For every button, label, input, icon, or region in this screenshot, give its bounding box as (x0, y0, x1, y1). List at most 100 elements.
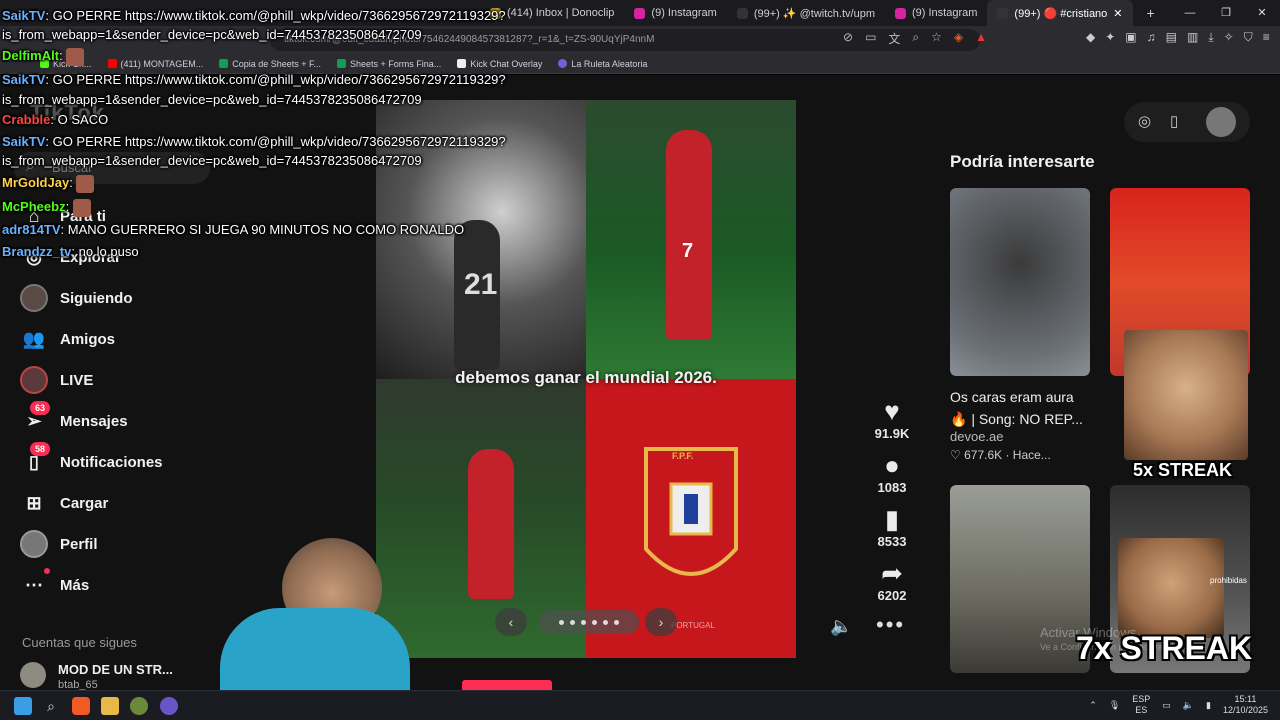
carousel-dots (539, 610, 639, 634)
tray-overflow-icon[interactable]: ⌃ (1089, 700, 1097, 711)
more-options-icon[interactable]: ••• (876, 612, 905, 638)
address-actions: ⊘ ▭ 文 ⌕ ☆ ◈ ▲ (843, 30, 987, 47)
app-icon[interactable] (130, 697, 148, 715)
streamer-webcam (210, 538, 410, 690)
recommendations-title: Podría interesarte (950, 152, 1095, 171)
chat-username: Crabble (2, 112, 51, 127)
new-tab-icon[interactable]: + (1147, 5, 1155, 21)
sidebar-toggle-icon[interactable]: ▤ (1166, 30, 1177, 45)
volume-icon[interactable]: 🔈 (830, 616, 852, 637)
brave-rewards-icon[interactable]: ▲ (975, 30, 987, 47)
tab-instagram[interactable]: (9) Instagram (624, 0, 726, 26)
following-account-name: MOD DE UN STR... (58, 662, 173, 677)
sidebar-item-amigos[interactable]: 👥 Amigos (20, 322, 240, 356)
chat-text: : GO PERRE https://www.tiktok.com/@phill… (45, 8, 506, 23)
following-account-item[interactable]: MOD DE UN STR... btab_65 (20, 662, 173, 691)
comment-button[interactable]: ● 1083 (862, 450, 922, 495)
minimize-icon[interactable]: — (1172, 0, 1208, 26)
save-button[interactable]: ▮ 8533 (862, 504, 922, 549)
avatar[interactable] (1206, 107, 1236, 137)
sidebar-item-cargar[interactable]: ⊞ Cargar (20, 486, 240, 520)
zoom-icon[interactable]: ⌕ (912, 30, 919, 47)
clock[interactable]: 15:11 12/10/2025 (1223, 694, 1268, 716)
messages-badge: 63 (30, 401, 50, 415)
tab-tiktok-active[interactable]: (99+) 🔴 #cristiano ✕ (987, 0, 1133, 26)
bookmark-ruleta[interactable]: La Ruleta Aleatoria (558, 59, 647, 69)
extension-icon[interactable]: ▣ (1125, 30, 1136, 45)
comment-icon: ● (884, 450, 900, 480)
maximize-icon[interactable]: ❐ (1208, 0, 1244, 26)
sidebar-item-mas[interactable]: ⋯ Más (20, 568, 240, 602)
live-icon (20, 366, 48, 394)
chat-message: is_from_webapp=1&sender_device=pc&web_id… (2, 89, 422, 111)
vpn-icon[interactable]: ⛉ (1244, 30, 1253, 45)
brave-browser-icon[interactable] (72, 697, 90, 715)
chat-username: Brandzz_tv (2, 244, 72, 259)
leo-icon[interactable]: ✧ (1224, 30, 1234, 45)
download-icon[interactable]: ⤓ (1208, 30, 1213, 45)
extension-icon[interactable]: ◆ (1086, 30, 1095, 45)
tab-tiktok-twitch[interactable]: (99+) ✨ @twitch.tv/upm (727, 0, 885, 26)
sidebar-item-siguiendo[interactable]: Siguiendo (20, 281, 240, 315)
tab-instagram-2[interactable]: (9) Instagram (885, 0, 987, 26)
chat-username: McPheebz (2, 199, 66, 214)
battery-icon[interactable]: ▮ (1206, 700, 1211, 711)
device-icon[interactable]: ▯ (1170, 112, 1178, 130)
sidebar-item-perfil[interactable]: Perfil (20, 527, 240, 561)
like-button[interactable]: ♥ 91.9K (862, 396, 922, 441)
recommended-video-author[interactable]: devoe.ae (950, 429, 1004, 444)
recommended-video-meta: ♡ 677.6K · Hace... (950, 448, 1051, 462)
discord-icon[interactable] (160, 697, 178, 715)
bookmark-sheets-copy[interactable]: Copia de Sheets + F... (219, 59, 321, 69)
youtube-favicon-icon (107, 59, 117, 68)
sidebar-item-mensajes[interactable]: ➢ 63 Mensajes (20, 401, 240, 438)
close-tab-icon[interactable]: ✕ (1113, 7, 1122, 20)
upload-promo-button[interactable] (462, 680, 552, 690)
network-icon[interactable]: ▭ (1162, 700, 1171, 711)
wallet-icon[interactable]: ▥ (1187, 30, 1198, 45)
video-caption: debemos ganar el mundial 2026. (455, 368, 717, 387)
bookmark-sheets-forms[interactable]: Sheets + Forms Fina... (337, 59, 441, 69)
bookmark-montagem[interactable]: (411) MONTAGEM... (107, 59, 203, 69)
chat-text: is_from_webapp=1&sender_device=pc&web_id… (2, 27, 422, 42)
recommended-video-title[interactable]: Os caras eram aura 🔥 | Song: NO REP... (950, 386, 1090, 430)
microphone-icon[interactable]: 🎙 (1109, 700, 1120, 711)
streamer-shirt (220, 608, 410, 690)
bookmark-kick-chat-overlay[interactable]: Kick Chat Overlay (457, 59, 542, 69)
cast-icon[interactable]: ▭ (865, 30, 876, 47)
sidebar-item-notificaciones[interactable]: ▯ 58 Notificaciones (20, 442, 240, 479)
translate-icon[interactable]: 文 (888, 30, 900, 47)
coins-icon[interactable]: ◎ (1138, 112, 1151, 130)
extension-icon[interactable]: ✦ (1105, 30, 1115, 45)
carousel-next-button[interactable]: › (645, 608, 677, 636)
brave-shield-icon[interactable]: ◈ (954, 30, 963, 47)
windows-start-icon[interactable] (14, 697, 32, 715)
following-avatar-icon (20, 284, 48, 312)
window-controls: — ❐ ✕ (1172, 0, 1280, 26)
menu-icon[interactable]: ≡ (1263, 30, 1270, 45)
file-explorer-icon[interactable] (101, 697, 119, 715)
language-indicator[interactable]: ESP ES (1132, 694, 1150, 716)
chat-text: : O SACO (50, 112, 109, 127)
carousel-prev-button[interactable]: ‹ (495, 608, 527, 636)
search-icon[interactable]: ⌕ (42, 697, 60, 715)
system-tray: ⌃ 🎙 ESP ES ▭ 🔈 ▮ 15:11 12/10/2025 (1089, 694, 1268, 716)
block-icon[interactable]: ⊘ (843, 30, 853, 47)
music-icon[interactable]: ♫ (1147, 30, 1156, 45)
clock-date: 12/10/2025 (1222, 705, 1268, 715)
video-thumbnail (950, 188, 1090, 376)
chat-message: SaikTV: GO PERRE https://www.tiktok.com/… (2, 69, 506, 91)
player-figure (468, 449, 514, 599)
jersey-number: 21 (464, 268, 498, 301)
share-button[interactable]: ➦ 6202 (862, 558, 922, 603)
recommended-video-card[interactable] (950, 188, 1090, 376)
tiktok-favicon-icon (997, 7, 1009, 19)
bookmark-star-icon[interactable]: ☆ (931, 30, 942, 47)
volume-icon[interactable]: 🔈 (1183, 700, 1194, 711)
close-window-icon[interactable]: ✕ (1244, 0, 1280, 26)
sidebar-item-live[interactable]: LIVE (20, 363, 240, 397)
tiktok-favicon-icon (736, 7, 748, 19)
chat-message: is_from_webapp=1&sender_device=pc&web_id… (2, 150, 422, 172)
video-photo-ronaldo: 7 (586, 100, 796, 379)
keyboard-code: ES (1135, 705, 1148, 715)
